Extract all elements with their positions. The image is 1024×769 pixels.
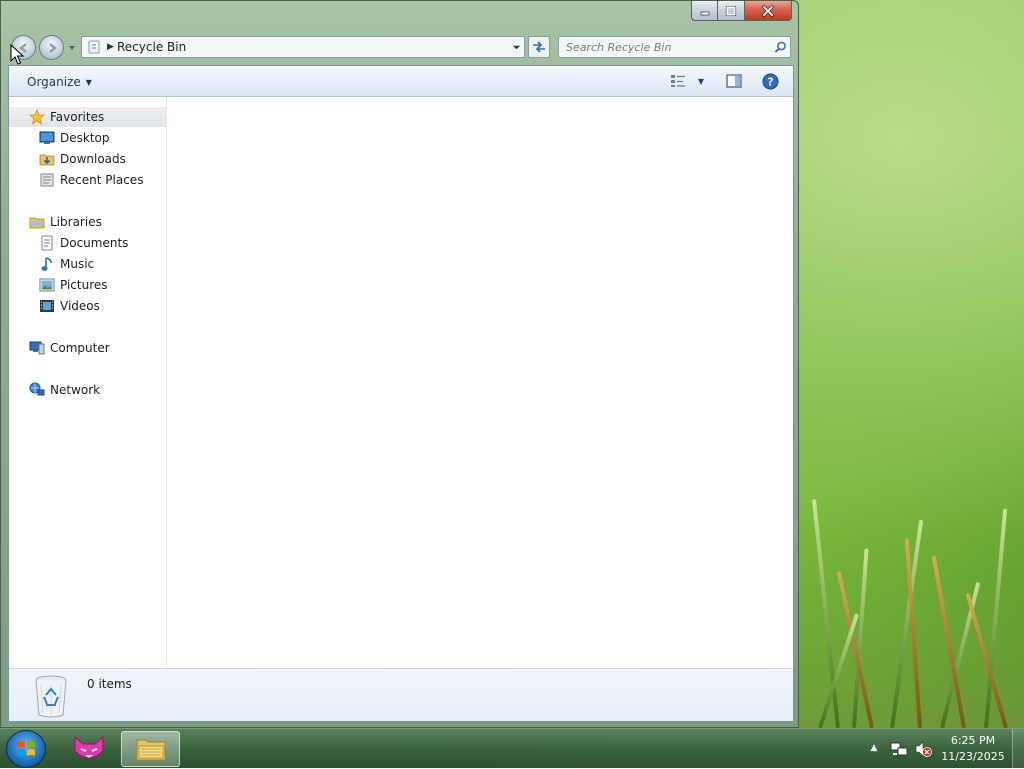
chevron-down-icon — [69, 46, 75, 50]
system-clock[interactable]: 6:25 PM 11/23/2025 — [940, 733, 1006, 765]
more-views-dropdown[interactable]: ▼ — [695, 72, 707, 90]
maximize-button[interactable] — [718, 1, 745, 21]
search-icon — [774, 41, 786, 53]
organize-label: Organize — [27, 75, 81, 89]
nav-label: Network — [50, 383, 101, 397]
network-status-icon[interactable] — [890, 740, 908, 758]
window-controls — [691, 1, 792, 21]
item-count: 0 items — [87, 677, 132, 691]
view-details-icon — [671, 75, 685, 87]
refresh-button[interactable] — [528, 36, 550, 58]
nav-label: Downloads — [60, 152, 126, 166]
taskbar: ▲ 6:25 PM 11/23/2025 — [0, 728, 1024, 769]
nav-music[interactable]: Music — [9, 254, 166, 274]
recent-places-icon — [39, 172, 55, 188]
preview-pane-icon — [726, 74, 742, 88]
grass-decoration — [811, 499, 840, 729]
nav-documents[interactable]: Documents — [9, 233, 166, 253]
nav-favorites[interactable]: Favorites — [9, 107, 166, 127]
recycle-bin-icon — [35, 675, 67, 718]
address-dropdown[interactable] — [508, 37, 524, 57]
breadcrumb-arrow-icon[interactable]: ▶ — [107, 42, 117, 52]
minimize-icon — [700, 11, 709, 15]
nav-downloads[interactable]: Downloads — [9, 149, 166, 169]
navigation-pane: Favorites Desktop Downloads Recent Place… — [9, 97, 167, 668]
desktop-icon — [39, 130, 55, 146]
nav-label: Libraries — [50, 215, 102, 229]
nav-label: Desktop — [60, 131, 110, 145]
nav-label: Pictures — [60, 278, 108, 292]
nav-pictures[interactable]: Pictures — [9, 275, 166, 295]
clock-date: 11/23/2025 — [941, 750, 1005, 763]
taskbar-app-explorer[interactable] — [121, 731, 180, 767]
star-icon — [29, 109, 45, 125]
nav-label: Music — [60, 257, 95, 271]
address-bar[interactable]: ▶ Recycle Bin — [81, 36, 525, 58]
documents-icon — [39, 235, 55, 251]
downloads-folder-icon — [39, 151, 55, 167]
clock-time: 6:25 PM — [950, 734, 996, 747]
computer-icon — [29, 340, 45, 356]
network-icon — [29, 382, 45, 398]
film-icon — [39, 298, 55, 314]
organize-button[interactable]: Organize ▼ — [21, 72, 98, 92]
nav-libraries[interactable]: Libraries — [9, 212, 166, 232]
nav-label: Computer — [50, 341, 110, 355]
navigation-bar: ▶ Recycle Bin — [9, 34, 793, 60]
start-button[interactable] — [6, 730, 46, 768]
recent-pages-dropdown[interactable] — [67, 42, 77, 52]
close-button[interactable] — [745, 1, 792, 21]
mouse-cursor-icon — [10, 44, 24, 65]
nav-network[interactable]: Network — [9, 380, 166, 400]
arrow-right-icon — [48, 42, 57, 53]
explorer-body: Organize ▼ ▼ ? Favorites Desktop Downloa… — [8, 65, 794, 722]
nav-computer[interactable]: Computer — [9, 338, 166, 358]
nav-label: Videos — [60, 299, 100, 313]
search-input[interactable] — [566, 40, 770, 54]
nav-label: Documents — [60, 236, 129, 250]
file-list-area[interactable] — [167, 97, 793, 668]
recycle-bin-small-icon — [88, 40, 100, 54]
fox-app-icon — [74, 735, 104, 759]
taskbar-app-fox[interactable] — [68, 732, 110, 766]
nav-recent-places[interactable]: Recent Places — [9, 170, 166, 190]
folder-explorer-icon — [136, 739, 165, 761]
windows-logo-icon — [17, 741, 35, 756]
nav-videos[interactable]: Videos — [9, 296, 166, 316]
nav-label: Recent Places — [60, 173, 144, 187]
pictures-icon — [39, 277, 55, 293]
minimize-button[interactable] — [691, 1, 718, 21]
address-text: Recycle Bin — [117, 40, 187, 54]
preview-pane-button[interactable] — [725, 72, 743, 90]
refresh-icon — [533, 41, 545, 53]
show-desktop-button[interactable] — [1012, 729, 1024, 769]
nav-label: Favorites — [50, 110, 105, 124]
volume-muted-icon[interactable] — [914, 740, 932, 758]
close-icon — [762, 4, 774, 17]
command-bar: Organize ▼ ▼ ? — [9, 66, 793, 97]
nav-desktop[interactable]: Desktop — [9, 128, 166, 148]
search-button[interactable] — [770, 41, 790, 54]
chevron-down-icon: ▼ — [697, 76, 705, 86]
music-note-icon — [39, 256, 55, 272]
forward-button[interactable] — [39, 35, 64, 60]
search-box[interactable] — [558, 36, 791, 58]
chevron-down-icon: ▼ — [85, 77, 92, 87]
change-view-button[interactable] — [669, 72, 689, 90]
chevron-down-icon — [512, 45, 520, 49]
details-pane: 0 items — [9, 668, 793, 721]
show-hidden-icons-button[interactable]: ▲ — [868, 741, 880, 755]
explorer-window: ▶ Recycle Bin Organize ▼ ▼ — [0, 0, 799, 728]
help-icon: ? — [762, 73, 778, 89]
libraries-icon — [29, 214, 45, 230]
svg-text:?: ? — [767, 75, 773, 88]
maximize-icon — [725, 5, 737, 16]
help-button[interactable]: ? — [761, 72, 779, 90]
